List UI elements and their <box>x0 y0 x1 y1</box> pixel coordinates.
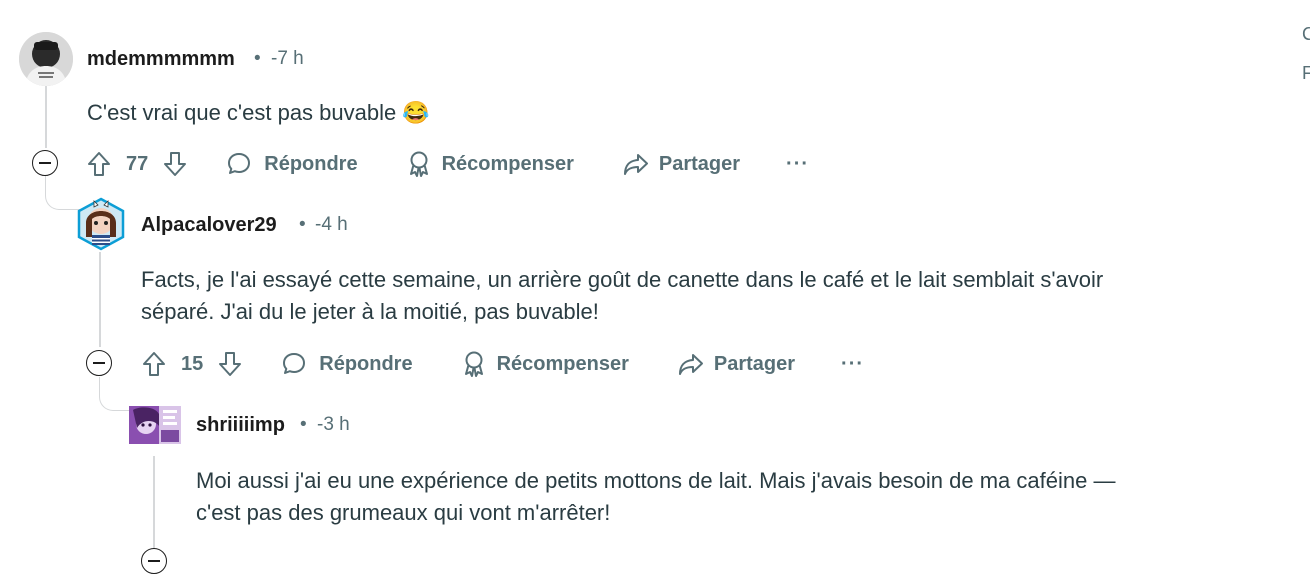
share-label: Partager <box>713 352 796 375</box>
thread-line <box>45 86 47 148</box>
reply-label: Répondre <box>319 352 413 375</box>
comment-body: C'est vrai que c'est pas buvable 😂 <box>87 97 430 129</box>
collapse-thread-button[interactable] <box>32 150 58 176</box>
downvote-icon[interactable] <box>162 150 188 178</box>
share-arrow-icon <box>623 154 648 175</box>
award-button[interactable]: Récompenser <box>406 150 574 178</box>
award-icon <box>409 151 428 177</box>
thread-line <box>153 456 155 554</box>
upvote-icon[interactable] <box>141 350 167 378</box>
vote-count: 77 <box>126 152 149 175</box>
comment-author[interactable]: shriiiiimp <box>196 414 285 437</box>
award-button[interactable]: Récompenser <box>461 350 629 378</box>
downvote-icon[interactable] <box>217 350 243 378</box>
speech-bubble-icon <box>283 353 306 374</box>
comment-body: Moi aussi j'ai eu une expérience de peti… <box>196 465 1115 529</box>
more-options-button[interactable]: ··· <box>786 153 809 176</box>
comment-time[interactable]: -3 h <box>317 414 350 436</box>
more-options-button[interactable]: ··· <box>841 353 864 376</box>
comment-actions: 77 Répondre Récompenser Partager ··· <box>86 146 809 182</box>
user-photo-icon <box>19 32 73 86</box>
share-button[interactable]: Partager <box>677 351 795 377</box>
comment-body-line: c'est pas des grumeaux qui vont m'arrête… <box>196 500 611 525</box>
reply-label: Répondre <box>264 152 358 175</box>
comment-author[interactable]: mdemmmmmm <box>87 48 235 71</box>
collapse-thread-button[interactable] <box>86 350 112 376</box>
user-image-icon <box>129 406 181 444</box>
speech-bubble-icon <box>228 153 251 174</box>
reply-button[interactable]: Répondre <box>281 351 413 377</box>
collapse-thread-button[interactable] <box>141 548 167 574</box>
meta-separator: • <box>299 214 306 235</box>
comment-actions: 15 Répondre Récompenser Partager ··· <box>141 346 864 382</box>
comment-body: Facts, je l'ai essayé cette semaine, un … <box>141 264 1103 328</box>
reply-button[interactable]: Répondre <box>226 151 358 177</box>
comment-author[interactable]: Alpacalover29 <box>141 214 277 237</box>
vote-count: 15 <box>181 352 204 375</box>
sidebar-edge-text: C <box>1302 24 1310 44</box>
meta-separator: • <box>254 48 261 69</box>
comment-time[interactable]: -4 h <box>315 214 348 236</box>
award-label: Récompenser <box>441 152 574 175</box>
avatar[interactable] <box>129 406 181 444</box>
share-arrow-icon <box>678 354 703 375</box>
avatar[interactable] <box>76 197 126 251</box>
upvote-icon[interactable] <box>86 150 112 178</box>
snoo-avatar-icon <box>77 197 125 251</box>
sidebar-edge-text: F <box>1302 63 1310 83</box>
avatar[interactable] <box>19 32 73 86</box>
comment-body-line: Facts, je l'ai essayé cette semaine, un … <box>141 267 1104 292</box>
share-button[interactable]: Partager <box>622 151 740 177</box>
comment-body-line: séparé. J'ai du le jeter à la moitié, pa… <box>141 299 599 324</box>
thread-line <box>99 252 101 347</box>
award-label: Récompenser <box>496 352 629 375</box>
comment-body-line: Moi aussi j'ai eu une expérience de peti… <box>196 468 1116 493</box>
share-label: Partager <box>658 152 741 175</box>
meta-separator: • <box>300 414 307 435</box>
comment-time[interactable]: -7 h <box>271 48 304 70</box>
comment-body-line: C'est vrai que c'est pas buvable 😂 <box>87 100 430 125</box>
award-icon <box>464 351 483 377</box>
